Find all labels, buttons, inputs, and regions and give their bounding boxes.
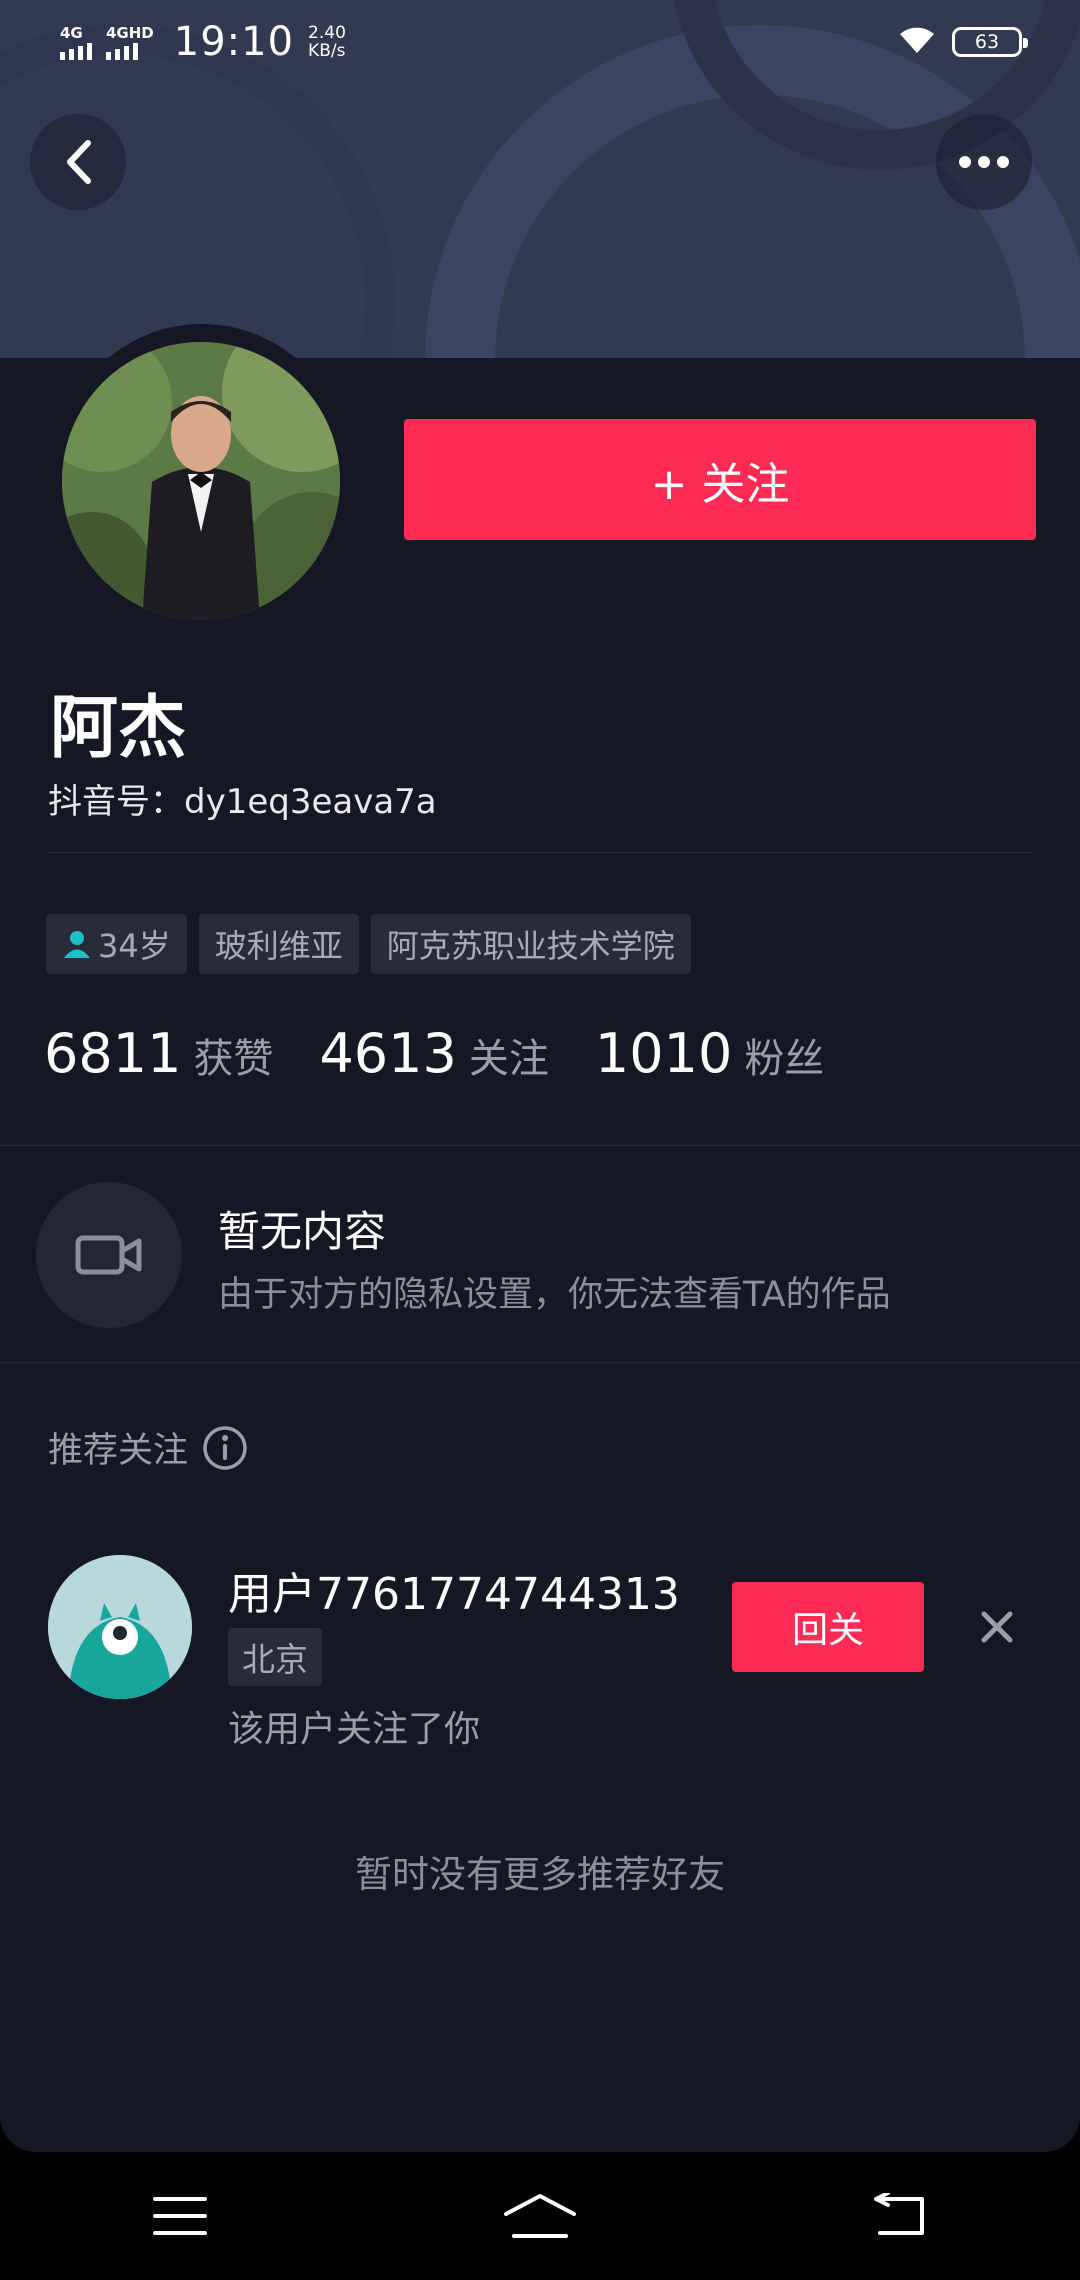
recommended-user-name[interactable]: 用户7761774744313 [228, 1558, 680, 1622]
empty-content-icon-wrap [36, 1182, 182, 1328]
clock: 19:10 [173, 19, 295, 65]
speed-unit: KB/s [308, 41, 346, 61]
divider [48, 852, 1032, 853]
recommendations-title-label: 推荐关注 [48, 1431, 189, 1471]
follow-back-label: 回关 [791, 1610, 864, 1651]
tag-age-label: 34岁 [98, 927, 171, 965]
stat-likes-label: 获赞 [193, 1036, 274, 1082]
follow-back-button[interactable]: 回关 [732, 1582, 924, 1672]
no-more-recommendations: 暂时没有更多推荐好友 [355, 1853, 725, 1896]
home-icon [504, 2194, 576, 2238]
stat-following-label: 关注 [468, 1036, 549, 1082]
profile-name: 阿杰 [50, 689, 187, 768]
follow-label: + 关注 [650, 458, 790, 510]
stat-followers-count: 1010 [594, 1022, 733, 1085]
tag-country-label: 玻利维亚 [214, 927, 343, 965]
signal-2: 4GHD [106, 25, 154, 60]
profile-tags: 34岁 玻利维亚 阿克苏职业技术学院 [46, 914, 691, 974]
menu-nav-button[interactable] [120, 2176, 240, 2256]
dismiss-recommendation-button[interactable] [972, 1602, 1022, 1652]
more-button[interactable] [936, 114, 1032, 210]
tag-school-label: 阿克苏职业技术学院 [386, 927, 675, 965]
divider [0, 1362, 1080, 1363]
back-button[interactable] [30, 114, 126, 210]
chevron-left-icon [67, 140, 91, 184]
menu-icon [153, 2197, 207, 2235]
recommendations-title: 推荐关注 [48, 1422, 248, 1473]
tag-age: 34岁 [46, 914, 187, 974]
douyin-id: 抖音号：dy1eq3eava7a [48, 782, 437, 822]
return-icon [874, 2193, 924, 2235]
follow-button[interactable]: + 关注 [404, 419, 1036, 540]
signal-1: 4G [60, 25, 92, 60]
stat-following[interactable]: 4613 关注 [319, 1022, 548, 1085]
video-camera-icon [75, 1235, 142, 1275]
status-bar: 4G 4GHD 19:10 2.40 KB/s 63 [0, 0, 1080, 84]
home-nav-button[interactable] [480, 2176, 600, 2256]
system-nav-bar [0, 2152, 1080, 2280]
stat-followers[interactable]: 1010 粉丝 [595, 1022, 824, 1085]
stat-likes: 6811 获赞 [44, 1022, 273, 1085]
network-label: 4G [60, 23, 83, 42]
signal-bars-icon [60, 42, 92, 60]
tag-country: 玻利维亚 [198, 914, 359, 974]
back-nav-button[interactable] [840, 2176, 960, 2256]
tag-school: 阿克苏职业技术学院 [370, 914, 691, 974]
recommended-user-location: 北京 [228, 1628, 322, 1686]
recommended-user-description: 该用户关注了你 [228, 1709, 481, 1750]
profile-stats: 6811 获赞 4613 关注 1010 粉丝 [44, 1022, 870, 1085]
stat-likes-count: 6811 [44, 1022, 182, 1085]
stat-followers-label: 粉丝 [744, 1036, 825, 1082]
empty-content-title: 暂无内容 [218, 1207, 387, 1256]
network-speed: 2.40 KB/s [308, 24, 346, 60]
battery-icon: 63 [952, 27, 1028, 57]
signal-bars-icon [106, 42, 138, 60]
speed-value: 2.40 [308, 23, 346, 43]
network-label: 4GHD [106, 23, 154, 42]
avatar[interactable] [62, 342, 340, 620]
stat-following-count: 4613 [319, 1022, 457, 1085]
ellipsis-icon [959, 156, 1009, 168]
battery-level: 63 [974, 31, 1000, 53]
empty-content-subtitle: 由于对方的隐私设置，你无法查看TA的作品 [218, 1275, 891, 1315]
recommended-user-avatar[interactable] [48, 1555, 192, 1699]
wifi-icon [896, 20, 938, 64]
divider [0, 1145, 1080, 1146]
person-icon [64, 931, 90, 958]
profile-screen: 4G 4GHD 19:10 2.40 KB/s 63 + 关注 阿杰 抖音号：d… [0, 0, 1080, 2152]
close-icon [981, 1611, 1013, 1643]
info-icon[interactable] [202, 1425, 248, 1471]
